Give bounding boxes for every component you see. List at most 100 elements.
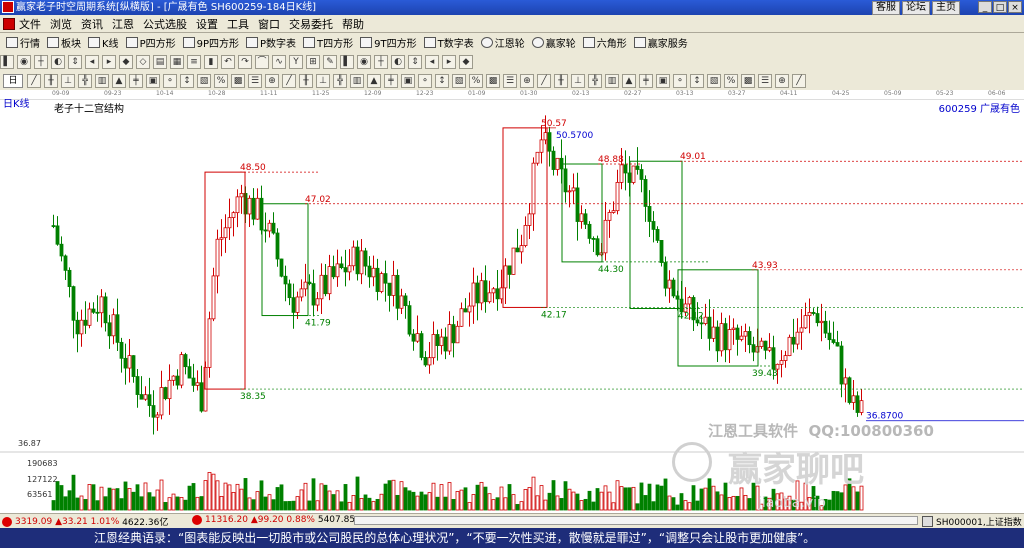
draw-tool-icon[interactable]: ⇕ xyxy=(68,54,82,69)
candlestick-chart[interactable]: 48.50 47.02 50.57 50.5700 48.88 49.01 43.93 44.… xyxy=(0,90,1024,512)
close-button[interactable]: × xyxy=(1008,1,1022,13)
analysis-tool-icon[interactable]: ☰ xyxy=(503,73,517,88)
draw-tool-icon[interactable]: ◐ xyxy=(51,54,65,69)
analysis-tool-icon[interactable]: ⚬ xyxy=(418,73,432,88)
draw-tool-icon[interactable]: ≡ xyxy=(187,54,201,69)
menu-file[interactable]: 文件 xyxy=(19,16,41,32)
analysis-tool-icon[interactable]: ╫ xyxy=(299,73,313,88)
analysis-tool-icon[interactable]: ▲ xyxy=(112,73,126,88)
menu-formula-screener[interactable]: 公式选股 xyxy=(143,16,187,32)
analysis-tool-icon[interactable]: ╪ xyxy=(639,73,653,88)
tool-hexagon[interactable]: 六角形 xyxy=(582,35,627,50)
analysis-tool-icon[interactable]: ▲ xyxy=(367,73,381,88)
draw-tool-icon[interactable]: ◂ xyxy=(425,54,439,69)
analysis-tool-icon[interactable]: ▲ xyxy=(622,73,636,88)
tool-t-number-table[interactable]: T数字表 xyxy=(423,35,474,50)
analysis-tool-icon[interactable]: ↕ xyxy=(435,73,449,88)
draw-tool-icon[interactable]: ▌ xyxy=(0,54,14,69)
draw-tool-icon[interactable]: ▌ xyxy=(340,54,354,69)
draw-tool-icon[interactable]: ┼ xyxy=(34,54,48,69)
link-forum[interactable]: 论坛 xyxy=(902,1,930,15)
analysis-tool-icon[interactable]: ⚬ xyxy=(673,73,687,88)
tool-p-square[interactable]: P四方形 xyxy=(125,35,176,50)
analysis-tool-icon[interactable]: % xyxy=(469,73,483,88)
draw-tool-icon[interactable]: ∿ xyxy=(272,54,286,69)
tool-winner-wheel[interactable]: 赢家轮 xyxy=(531,35,576,50)
draw-tool-icon[interactable]: ⌒ xyxy=(255,54,269,69)
analysis-tool-icon[interactable]: ⊥ xyxy=(316,73,330,88)
analysis-tool-icon[interactable]: ▥ xyxy=(95,73,109,88)
draw-tool-icon[interactable]: ⇕ xyxy=(408,54,422,69)
menu-tools[interactable]: 工具 xyxy=(227,16,249,32)
tool-sectors[interactable]: 板块 xyxy=(47,35,81,50)
draw-tool-icon[interactable]: ◉ xyxy=(17,54,31,69)
tool-9p-square[interactable]: 9P四方形 xyxy=(182,35,239,50)
analysis-tool-icon[interactable]: ▣ xyxy=(146,73,160,88)
analysis-tool-icon[interactable]: ⊥ xyxy=(571,73,585,88)
analysis-tool-icon[interactable]: ╱ xyxy=(792,73,806,88)
analysis-tool-icon[interactable]: ⊥ xyxy=(61,73,75,88)
analysis-tool-icon[interactable]: ▧ xyxy=(452,73,466,88)
menu-help[interactable]: 帮助 xyxy=(342,16,364,32)
chart-scrollbar[interactable] xyxy=(354,516,918,525)
draw-tool-icon[interactable]: ✎ xyxy=(323,54,337,69)
tool-9t-square[interactable]: 9T四方形 xyxy=(360,35,417,50)
analysis-tool-icon[interactable]: ☰ xyxy=(248,73,262,88)
analysis-tool-icon[interactable]: ▣ xyxy=(401,73,415,88)
draw-tool-icon[interactable]: ▤ xyxy=(153,54,167,69)
sh-index-quote[interactable]: 3319.09 ▲ 33.21 1.01% 4622.36亿 xyxy=(2,515,168,528)
draw-tool-icon[interactable]: ◐ xyxy=(391,54,405,69)
draw-tool-icon[interactable]: ◆ xyxy=(459,54,473,69)
draw-tool-icon[interactable]: ▮ xyxy=(204,54,218,69)
analysis-tool-icon[interactable]: ▩ xyxy=(741,73,755,88)
analysis-tool-icon[interactable]: ╱ xyxy=(282,73,296,88)
analysis-tool-icon[interactable]: ╪ xyxy=(384,73,398,88)
menu-news[interactable]: 资讯 xyxy=(81,16,103,32)
analysis-tool-icon[interactable]: ▧ xyxy=(707,73,721,88)
link-customer-service[interactable]: 客服 xyxy=(872,1,900,15)
period-selector[interactable]: 日 xyxy=(3,73,23,88)
analysis-tool-icon[interactable]: ╬ xyxy=(588,73,602,88)
analysis-tool-icon[interactable]: ╫ xyxy=(554,73,568,88)
menu-settings[interactable]: 设置 xyxy=(196,16,218,32)
draw-tool-icon[interactable]: Y xyxy=(289,54,303,69)
analysis-tool-icon[interactable]: ╫ xyxy=(44,73,58,88)
draw-tool-icon[interactable]: ┼ xyxy=(374,54,388,69)
menu-gann[interactable]: 江恩 xyxy=(112,16,134,32)
draw-tool-icon[interactable]: ▸ xyxy=(442,54,456,69)
draw-tool-icon[interactable]: ▸ xyxy=(102,54,116,69)
analysis-tool-icon[interactable]: ⊕ xyxy=(520,73,534,88)
draw-tool-icon[interactable]: ↶ xyxy=(221,54,235,69)
maximize-button[interactable]: □ xyxy=(993,1,1007,13)
tool-gann-wheel[interactable]: 江恩轮 xyxy=(480,35,525,50)
analysis-tool-icon[interactable]: ⊕ xyxy=(265,73,279,88)
link-homepage[interactable]: 主页 xyxy=(932,1,960,15)
analysis-tool-icon[interactable]: ▧ xyxy=(197,73,211,88)
analysis-tool-icon[interactable]: ╪ xyxy=(129,73,143,88)
analysis-tool-icon[interactable]: ⚬ xyxy=(163,73,177,88)
analysis-tool-icon[interactable]: ↕ xyxy=(180,73,194,88)
analysis-tool-icon[interactable]: ╬ xyxy=(78,73,92,88)
tool-kline[interactable]: K线 xyxy=(88,35,119,50)
tool-t-square[interactable]: T四方形 xyxy=(303,35,353,50)
analysis-tool-icon[interactable]: ▥ xyxy=(350,73,364,88)
analysis-tool-icon[interactable]: ╱ xyxy=(27,73,41,88)
chart-area[interactable]: 09-09 09-23 10-14 10-28 11-11 11-25 12-09 12-23… xyxy=(0,90,1024,512)
current-index[interactable]: SH000001,上证指数 xyxy=(922,515,1022,528)
draw-tool-icon[interactable]: ◇ xyxy=(136,54,150,69)
analysis-tool-icon[interactable]: ╬ xyxy=(333,73,347,88)
tool-winner-service[interactable]: 赢家服务 xyxy=(633,35,688,50)
sz-index-quote[interactable]: 11316.20 ▲ 99.20 0.88% 5407.85 xyxy=(192,515,355,525)
draw-tool-icon[interactable]: ◆ xyxy=(119,54,133,69)
analysis-tool-icon[interactable]: ↕ xyxy=(690,73,704,88)
analysis-tool-icon[interactable]: ▥ xyxy=(605,73,619,88)
draw-tool-icon[interactable]: ▦ xyxy=(170,54,184,69)
analysis-tool-icon[interactable]: ▩ xyxy=(231,73,245,88)
analysis-tool-icon[interactable]: ⊕ xyxy=(775,73,789,88)
draw-tool-icon[interactable]: ◂ xyxy=(85,54,99,69)
menu-trade[interactable]: 交易委托 xyxy=(289,16,333,32)
draw-tool-icon[interactable]: ↷ xyxy=(238,54,252,69)
menu-browse[interactable]: 浏览 xyxy=(50,16,72,32)
analysis-tool-icon[interactable]: ╱ xyxy=(537,73,551,88)
analysis-tool-icon[interactable]: ▣ xyxy=(656,73,670,88)
